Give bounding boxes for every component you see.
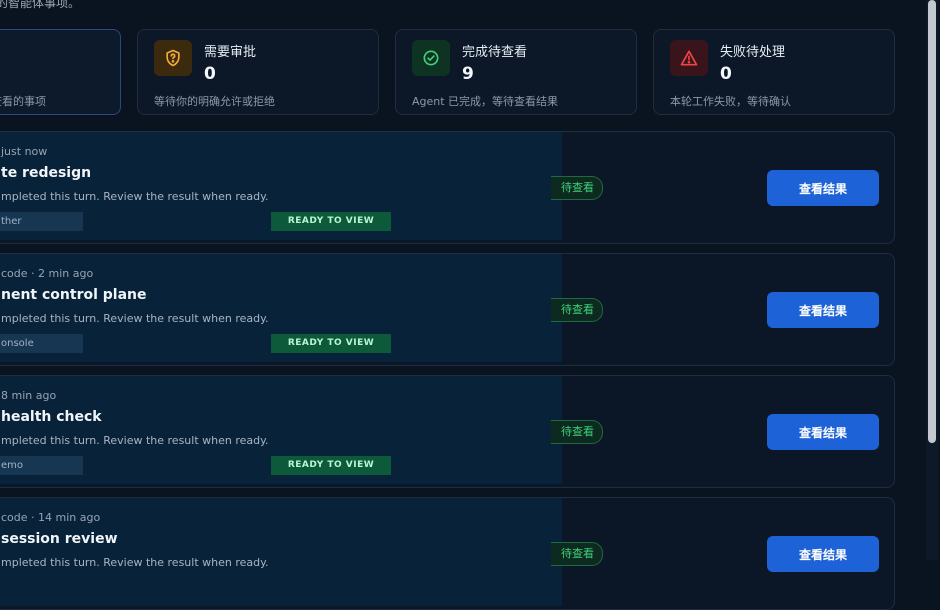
item-title: te redesign <box>1 165 92 181</box>
card-count: 9 <box>462 64 474 84</box>
list-item[interactable]: code · 14 min ago session review mpleted… <box>0 497 895 610</box>
item-tag: emo <box>0 456 83 475</box>
ready-badge: READY TO VIEW <box>271 212 391 231</box>
view-result-button[interactable]: 查看结果 <box>767 536 879 572</box>
ready-badge: READY TO VIEW <box>271 334 391 353</box>
card-desc: 本轮工作失败，等待确认 <box>670 95 791 108</box>
status-badge: 待查看 <box>551 298 603 322</box>
shield-question-icon <box>154 40 192 76</box>
status-badge: 待查看 <box>551 176 603 200</box>
item-title: health check <box>1 409 102 425</box>
warning-triangle-icon <box>670 40 708 76</box>
card-title: 需要审批 <box>204 45 257 60</box>
item-title: nent control plane <box>1 287 147 303</box>
item-tag: onsole <box>0 334 83 353</box>
view-result-button[interactable]: 查看结果 <box>767 170 879 206</box>
list-item[interactable]: 8 min ago health check mpleted this turn… <box>0 375 895 488</box>
list-item[interactable]: just now te redesign mpleted this turn. … <box>0 131 895 244</box>
card-desc: 查看的事项 <box>0 95 46 108</box>
page-subtitle: 的智能体事项。 <box>0 0 81 10</box>
item-note: mpleted this turn. Review the result whe… <box>1 434 269 447</box>
list-item[interactable]: code · 2 min ago nent control plane mple… <box>0 253 895 366</box>
item-meta: 8 min ago <box>1 389 57 402</box>
check-circle-icon <box>412 40 450 76</box>
card-count: 0 <box>204 64 216 84</box>
summary-card-done[interactable]: 完成待查看 9 Agent 已完成，等待查看结果 <box>395 29 637 115</box>
item-title: session review <box>1 531 118 547</box>
card-desc: Agent 已完成，等待查看结果 <box>412 95 559 108</box>
view-result-button[interactable]: 查看结果 <box>767 292 879 328</box>
item-note: mpleted this turn. Review the result whe… <box>1 312 269 325</box>
item-tag: ther <box>0 212 83 231</box>
summary-card-failed[interactable]: 失败待处理 0 本轮工作失败，等待确认 <box>653 29 895 115</box>
item-meta: just now <box>1 145 48 158</box>
view-result-button[interactable]: 查看结果 <box>767 414 879 450</box>
card-title: 完成待查看 <box>462 45 528 60</box>
item-note: mpleted this turn. Review the result whe… <box>1 556 269 569</box>
summary-card-approval[interactable]: 需要审批 0 等待你的明确允许或拒绝 <box>137 29 379 115</box>
card-count: 0 <box>720 64 732 84</box>
card-title: 失败待处理 <box>720 45 786 60</box>
item-meta: code · 2 min ago <box>1 267 94 280</box>
item-note: mpleted this turn. Review the result whe… <box>1 190 269 203</box>
ready-badge: READY TO VIEW <box>271 456 391 475</box>
status-badge: 待查看 <box>551 542 603 566</box>
summary-card-pending[interactable]: 查看的事项 <box>0 29 121 115</box>
status-badge: 待查看 <box>551 420 603 444</box>
scrollbar-thumb[interactable] <box>928 0 936 443</box>
card-desc: 等待你的明确允许或拒绝 <box>154 95 275 108</box>
item-meta: code · 14 min ago <box>1 511 101 524</box>
